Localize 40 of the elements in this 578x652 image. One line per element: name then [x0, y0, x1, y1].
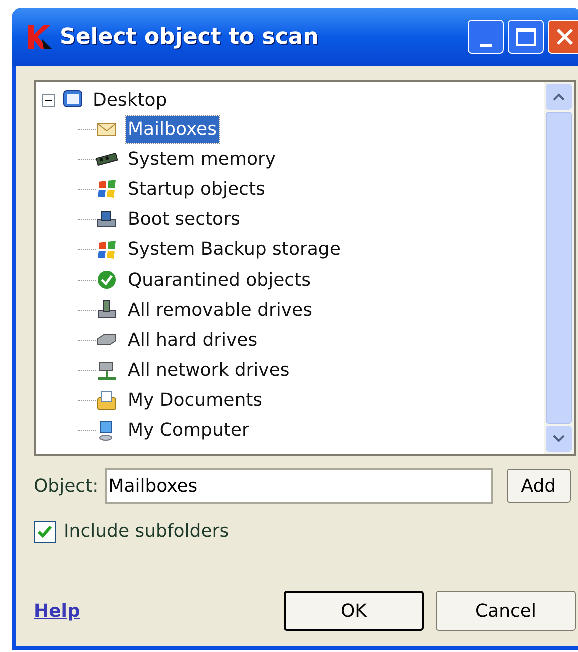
app-logo-icon [26, 23, 54, 51]
chevron-up-icon [553, 93, 565, 101]
documents-folder-icon [96, 390, 118, 412]
add-button[interactable]: Add [506, 469, 571, 503]
tree-item[interactable]: My Computer [126, 417, 252, 444]
minimize-button[interactable] [468, 20, 504, 54]
chevron-down-icon [553, 435, 565, 443]
removable-drive-icon [96, 299, 118, 322]
scroll-down-button[interactable] [546, 426, 572, 452]
checkmark-circle-icon [96, 269, 118, 292]
tree-item[interactable]: All hard drives [126, 326, 260, 354]
checkbox[interactable] [34, 520, 56, 542]
windows-flag-icon [96, 178, 118, 200]
checkmark-icon [38, 526, 52, 538]
scroll-up-button[interactable] [546, 84, 572, 110]
tree-item[interactable]: My Documents [126, 387, 265, 414]
close-button[interactable] [548, 20, 578, 54]
vertical-scrollbar[interactable] [544, 82, 574, 454]
close-icon [556, 28, 574, 46]
network-drive-icon [96, 360, 118, 382]
tree-item[interactable]: System Backup storage [126, 236, 343, 264]
maximize-button[interactable] [508, 20, 544, 54]
object-field[interactable]: Mailboxes [104, 468, 493, 504]
tree-item[interactable]: Quarantined objects [126, 266, 313, 294]
window-title: Select object to scan [60, 24, 319, 52]
dialog-button[interactable]: Cancel [436, 591, 576, 631]
tree-item[interactable]: All removable drives [126, 296, 314, 324]
scroll-thumb[interactable] [546, 112, 572, 424]
tree-item[interactable]: System memory [126, 146, 278, 173]
tree-item[interactable]: Desktop [93, 86, 168, 114]
tree-item[interactable]: All network drives [126, 357, 292, 384]
tree-item[interactable]: Startup objects [126, 176, 268, 203]
checkbox-label: Include subfolders [64, 520, 230, 544]
tree-item[interactable]: Mailboxes [126, 116, 219, 143]
help-link[interactable]: Help [34, 598, 80, 624]
dialog-button[interactable]: OK [284, 591, 424, 631]
object-label: Object: [34, 474, 99, 498]
tree-item[interactable]: Boot sectors [126, 206, 242, 234]
windows-flag-icon [96, 238, 118, 261]
collapse-toggle[interactable] [42, 94, 55, 106]
